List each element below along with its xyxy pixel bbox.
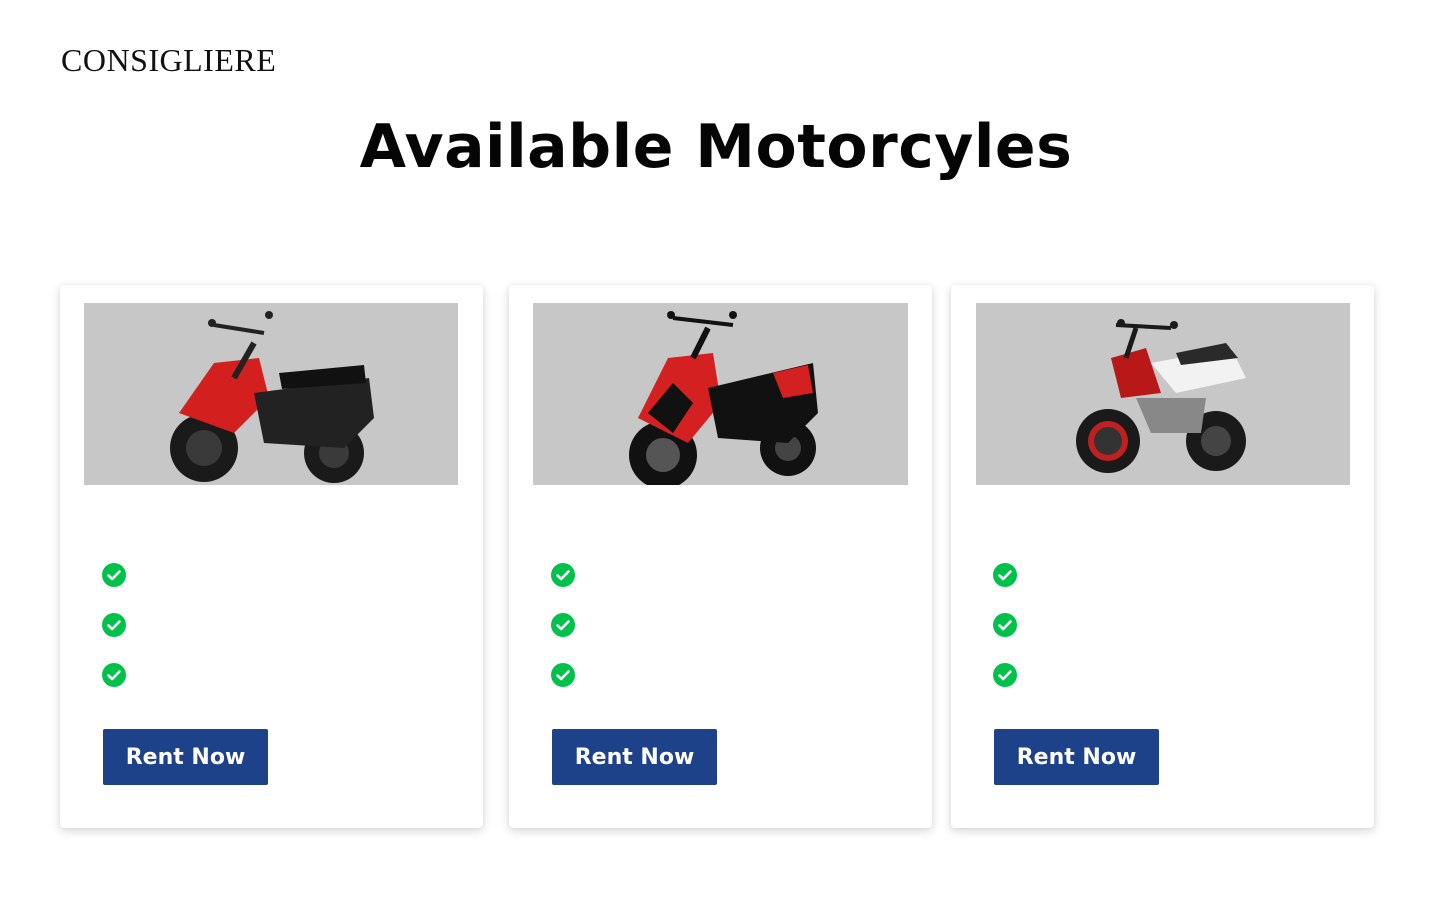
motorcycle-card: Rent Now xyxy=(509,285,932,828)
check-icon xyxy=(101,612,127,638)
check-icon xyxy=(550,612,576,638)
check-icon xyxy=(101,562,127,588)
check-icon xyxy=(550,562,576,588)
motorcycle-image xyxy=(533,303,908,485)
motorcycle-image xyxy=(84,303,458,485)
rent-now-button[interactable]: Rent Now xyxy=(552,729,717,785)
red-scooter-image xyxy=(170,311,374,483)
red-black-scooter-image xyxy=(629,311,818,485)
motorcycle-card: Rent Now xyxy=(60,285,483,828)
motorcycle-card: Rent Now xyxy=(951,285,1374,828)
check-icon xyxy=(550,662,576,688)
rent-now-button[interactable]: Rent Now xyxy=(103,729,268,785)
page-title: Available Motorcyles xyxy=(359,112,1073,182)
check-icon xyxy=(101,662,127,688)
red-white-sport-motorcycle-image xyxy=(1076,319,1246,473)
check-icon xyxy=(992,612,1018,638)
motorcycle-image xyxy=(976,303,1350,485)
rent-now-button[interactable]: Rent Now xyxy=(994,729,1159,785)
check-icon xyxy=(992,662,1018,688)
check-icon xyxy=(992,562,1018,588)
brand-logo[interactable]: CONSIGLIERE xyxy=(61,42,276,79)
